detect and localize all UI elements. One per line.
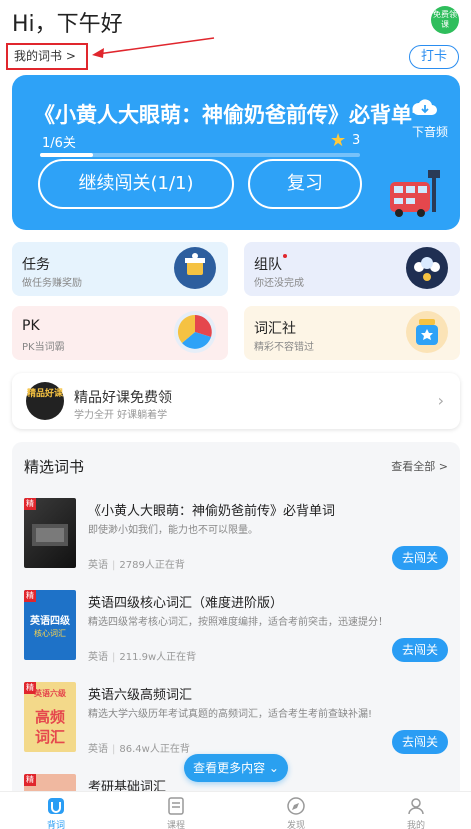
free-course-banner[interactable]: 精品好课 精品好课免费领 学力全开 好课躺着学 › [12, 373, 460, 429]
chevron-right-icon: › [437, 391, 444, 410]
current-book-card[interactable]: 《小黄人大眼萌：神偷奶爸前传》必背单词 1/6关 ★ 3 下音频 继续闯关(1/… [12, 75, 460, 230]
task-card-sub: 做任务赚奖励 [22, 278, 82, 289]
learner-count: 2789人正在背 [119, 560, 185, 571]
featured-tag: 精 [24, 498, 36, 510]
promo-subtitle: 学力全开 好课躺着学 [74, 410, 168, 421]
download-audio-label[interactable]: 下音频 [412, 123, 448, 140]
pk-icon [174, 311, 216, 353]
tab-vocab[interactable]: 背词 [26, 796, 86, 829]
featured-tag: 精 [24, 774, 36, 786]
start-level-button[interactable]: 去闯关 [392, 730, 448, 754]
task-icon [174, 247, 216, 289]
team-card-title-text: 组队 [254, 257, 282, 273]
selected-books-section: 精选词书 查看全部 > 精 《小黄人大眼萌：神偷奶爸前传》必背单词 即使渺小如我… [12, 442, 460, 802]
book-cover: 精 [24, 498, 76, 568]
vocab-club-card-sub: 精彩不容错过 [254, 342, 314, 353]
book-cover: 精 英语六级 高频 词汇 [24, 682, 76, 752]
task-card-title: 任务 [22, 257, 50, 273]
tab-profile[interactable]: 我的 [386, 796, 446, 829]
vocab-club-card[interactable]: 词汇社 精彩不容错过 [244, 306, 460, 360]
current-book-title: 《小黄人大眼萌：神偷奶爸前传》必背单词 [34, 103, 414, 127]
team-card[interactable]: 组队 你还没完成 [244, 242, 460, 296]
start-level-button[interactable]: 去闯关 [392, 546, 448, 570]
learner-count: 211.9w人正在背 [119, 652, 197, 663]
book-meta: 英语 | 211.9w人正在背 [88, 652, 197, 663]
level-progress-bar [40, 153, 360, 157]
book-title: 《小黄人大眼萌：神偷奶爸前传》必背单词 [88, 504, 336, 519]
level-progress-fill [40, 153, 94, 157]
book-language: 英语 [88, 652, 108, 663]
star-icon: ★ [330, 130, 347, 151]
cover-subtext: 核心词汇 [34, 629, 66, 638]
cover-subtext: 高频 [34, 708, 65, 726]
book-meta: 英语 | 2789人正在背 [88, 560, 185, 571]
promo-title: 精品好课免费领 [74, 390, 172, 406]
course-thumbnail: 精品好课 [26, 382, 64, 420]
discover-icon [287, 797, 305, 815]
checkin-button[interactable]: 打卡 [409, 45, 459, 69]
pk-card[interactable]: PK PK当词霸 [12, 306, 228, 360]
learner-count: 86.4w人正在背 [119, 744, 190, 755]
book-title: 英语四级核心词汇（难度进阶版） [88, 596, 284, 611]
book-item[interactable]: 精 《小黄人大眼萌：神偷奶爸前传》必背单词 即使渺小如我们，能力也不可以限量。 … [12, 498, 460, 590]
course-icon [168, 797, 184, 815]
cover-text: 英语六级 [34, 689, 66, 698]
book-item[interactable]: 精 英语四级 核心词汇 英语四级核心词汇（难度进阶版） 精选四级常考核心词汇，按… [12, 590, 460, 682]
download-audio-icon[interactable] [410, 97, 440, 119]
cover-subtext: 词汇 [34, 728, 65, 746]
level-progress-text: 1/6关 [42, 136, 76, 151]
tab-label: 发现 [286, 821, 305, 829]
featured-tag: 精 [24, 590, 36, 602]
my-books-link[interactable]: 我的词书 > [6, 43, 88, 70]
tab-label: 背词 [46, 821, 65, 829]
cover-text: 英语四级 [30, 616, 70, 627]
see-more-button[interactable]: 查看更多内容 ⌄ [184, 754, 288, 782]
book-language: 英语 [88, 560, 108, 571]
annotation-arrow [92, 37, 215, 58]
bottom-tab-bar: 背词 课程 发现 我的 [0, 791, 471, 829]
tab-label: 课程 [166, 821, 185, 829]
tab-label: 我的 [406, 821, 425, 829]
book-description: 精选大学六级历年考试真题的高频词汇，适合考生考前查缺补漏! [88, 709, 373, 720]
book-meta: 英语 | 86.4w人正在背 [88, 744, 190, 755]
profile-icon [408, 798, 424, 815]
start-level-button[interactable]: 去闯关 [392, 638, 448, 662]
continue-level-button[interactable]: 继续闯关(1/1) [38, 159, 234, 209]
pk-card-title: PK [22, 318, 40, 334]
team-card-sub: 你还没完成 [254, 278, 304, 289]
notification-dot [283, 254, 287, 258]
tab-course[interactable]: 课程 [146, 796, 206, 829]
pk-card-sub: PK当词霸 [22, 342, 65, 353]
review-button[interactable]: 复习 [248, 159, 362, 209]
vocab-icon [48, 798, 64, 814]
book-description: 即使渺小如我们，能力也不可以限量。 [88, 525, 258, 536]
team-icon [406, 247, 448, 289]
task-card[interactable]: 任务 做任务赚奖励 [12, 242, 228, 296]
book-description: 精选四级常考核心词汇，按照难度编排，适合考前突击，迅速提分！ [88, 617, 388, 628]
club-icon [406, 311, 448, 353]
vocab-club-card-title: 词汇社 [254, 321, 296, 337]
book-title: 英语六级高频词汇 [88, 688, 193, 703]
tab-discover[interactable]: 发现 [266, 796, 326, 829]
see-all-link[interactable]: 查看全部 > [391, 458, 448, 474]
book-cover: 精 英语四级 核心词汇 [24, 590, 76, 660]
section-title: 精选词书 [24, 458, 85, 476]
london-bus-illustration [390, 170, 440, 217]
star-count: 3 [352, 133, 361, 148]
book-language: 英语 [88, 744, 108, 755]
free-course-badge[interactable]: 免费领课 [431, 6, 459, 34]
team-card-title: 组队 [254, 254, 287, 274]
